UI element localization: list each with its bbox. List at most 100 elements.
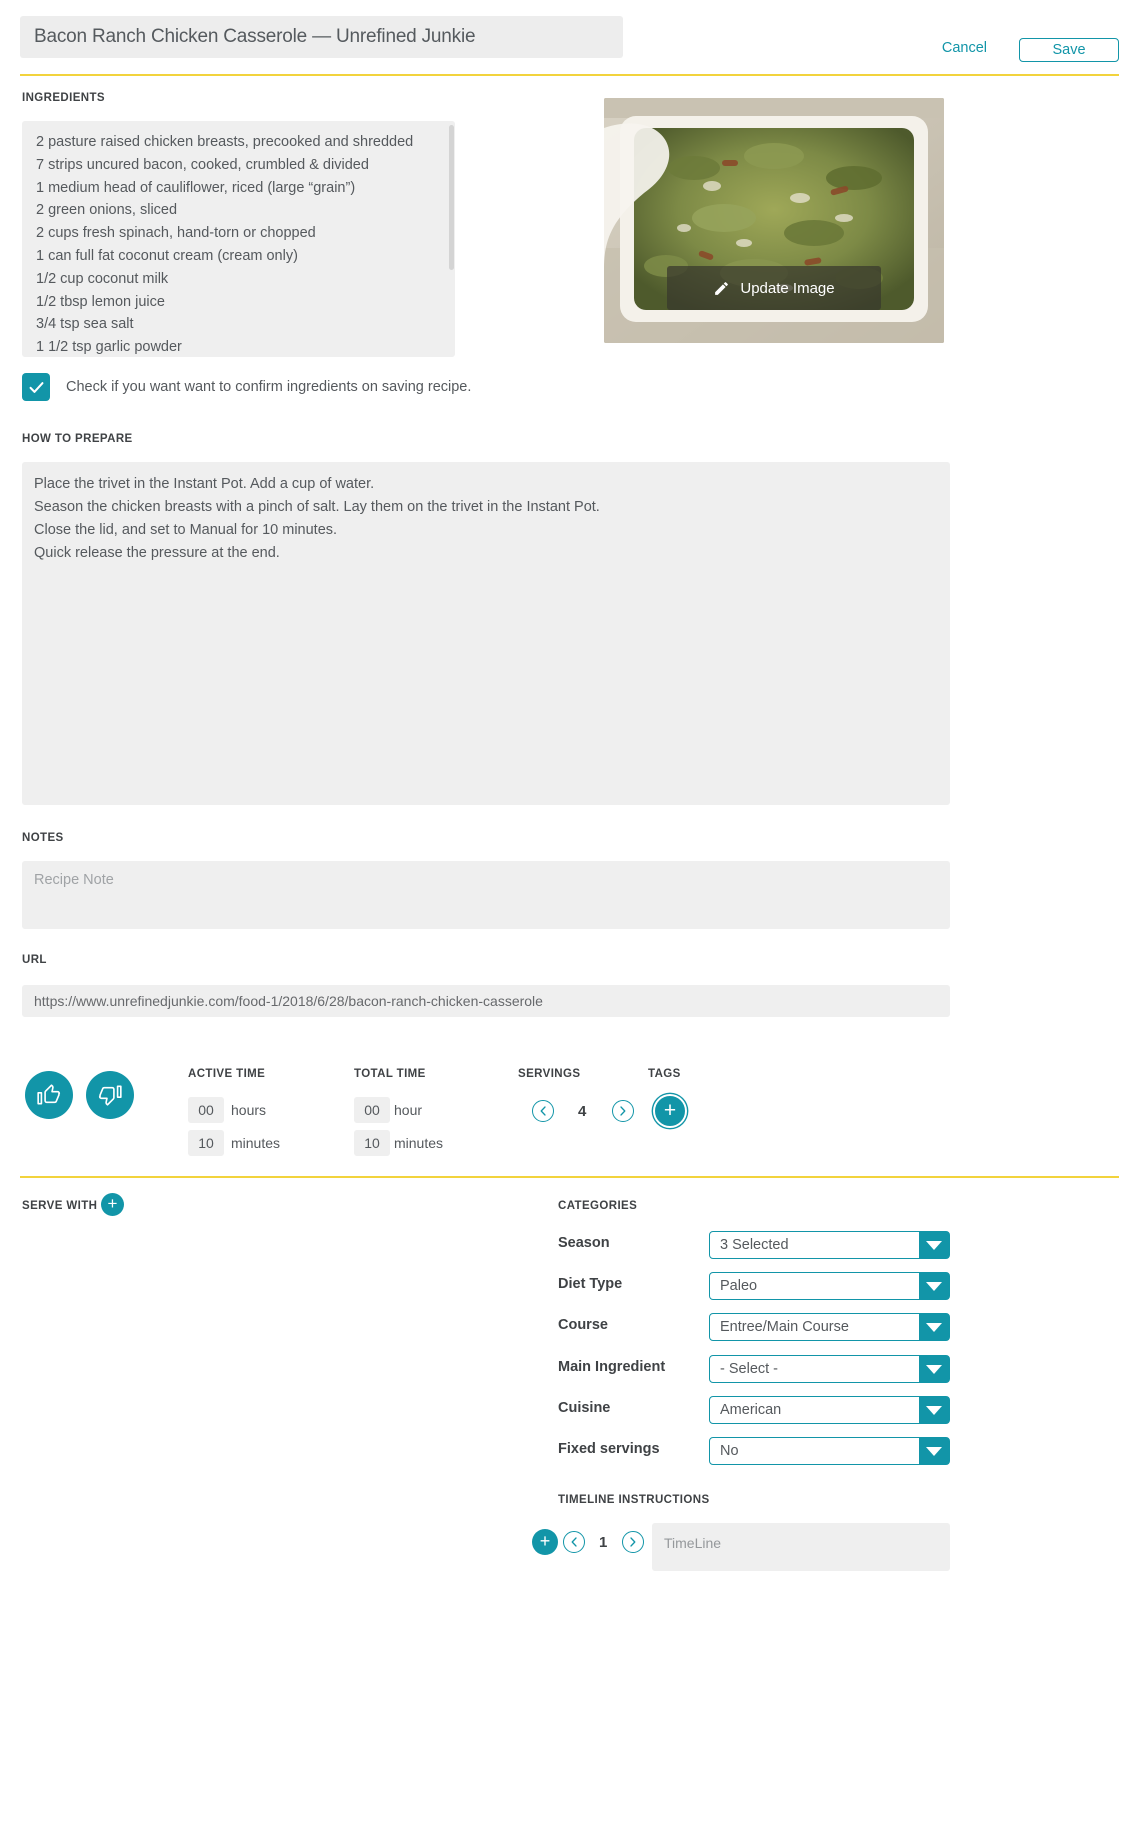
notes-label: NOTES (22, 832, 64, 844)
chevron-right-icon (620, 1106, 626, 1116)
recipe-title-input[interactable]: Bacon Ranch Chicken Casserole — Unrefine… (20, 16, 623, 58)
url-value: https://www.unrefinedjunkie.com/food-1/2… (34, 993, 543, 1009)
notes-textarea[interactable]: Recipe Note (22, 861, 950, 929)
update-image-button[interactable]: Update Image (667, 266, 881, 310)
prepare-line: Quick release the pressure at the end. (34, 545, 280, 561)
recipe-editor-page: Bacon Ranch Chicken Casserole — Unrefine… (0, 0, 1139, 1839)
cuisine-select[interactable]: American (709, 1396, 950, 1424)
ingredient-line: 1 1/2 tsp garlic powder (36, 339, 182, 356)
servings-label: SERVINGS (518, 1068, 581, 1080)
category-row-diet-type: Diet Type Paleo (558, 1272, 950, 1300)
plus-icon: + (539, 1531, 551, 1551)
category-name: Diet Type (558, 1276, 623, 1292)
timeline-instructions-label: TIMELINE INSTRUCTIONS (558, 1494, 710, 1506)
total-time-minutes-unit: minutes (394, 1135, 444, 1151)
chevron-down-icon (919, 1314, 949, 1340)
notes-placeholder: Recipe Note (34, 872, 114, 888)
thumbs-up-icon (37, 1084, 61, 1105)
ingredient-line: 3/4 tsp sea salt (36, 316, 134, 333)
ingredient-line: 1/2 tbsp lemon juice (36, 293, 165, 310)
thumbs-down-button[interactable] (86, 1071, 134, 1119)
url-label: URL (22, 954, 47, 966)
main-ingredient-value: - Select - (720, 1361, 779, 1377)
header-divider (20, 74, 1119, 76)
total-time-label: TOTAL TIME (354, 1068, 426, 1080)
how-to-prepare-label: HOW TO PREPARE (22, 433, 133, 445)
add-tag-button[interactable]: + (655, 1096, 685, 1126)
season-value: 3 Selected (720, 1237, 789, 1253)
category-row-main-ingredient: Main Ingredient - Select - (558, 1355, 950, 1383)
plus-icon: + (663, 1098, 677, 1122)
diet-type-value: Paleo (720, 1278, 758, 1294)
update-image-label: Update Image (740, 279, 835, 297)
header: Bacon Ranch Chicken Casserole — Unrefine… (0, 0, 1139, 78)
servings-increment-button[interactable] (612, 1100, 634, 1122)
timeline-prev-button[interactable] (563, 1531, 585, 1553)
add-timeline-button[interactable]: + (532, 1529, 558, 1555)
chevron-down-icon (919, 1273, 949, 1299)
category-row-cuisine: Cuisine American (558, 1396, 950, 1424)
fixed-servings-select[interactable]: No (709, 1437, 950, 1465)
serve-with-label: SERVE WITH (22, 1200, 98, 1212)
how-to-prepare-textarea[interactable]: Place the trivet in the Instant Pot. Add… (22, 462, 950, 805)
pencil-icon (715, 281, 729, 295)
ingredients-scrollbar[interactable] (449, 125, 454, 270)
chevron-down-icon (919, 1438, 949, 1464)
url-input[interactable]: https://www.unrefinedjunkie.com/food-1/2… (22, 985, 950, 1017)
ingredients-textarea[interactable]: 2 pasture raised chicken breasts, precoo… (22, 121, 455, 357)
chevron-left-icon (540, 1106, 546, 1116)
prepare-line: Place the trivet in the Instant Pot. Add… (34, 476, 375, 492)
ingredient-line: 2 green onions, sliced (36, 202, 178, 219)
ingredients-label: INGREDIENTS (22, 92, 105, 104)
category-row-course: Course Entree/Main Course (558, 1313, 950, 1341)
chevron-down-icon (919, 1232, 949, 1258)
ingredient-line: 1 medium head of cauliflower, riced (lar… (36, 179, 356, 196)
confirm-ingredients-checkbox[interactable] (22, 373, 50, 401)
category-name: Main Ingredient (558, 1359, 666, 1375)
plus-icon: + (107, 1194, 118, 1213)
timeline-textarea[interactable]: TimeLine (652, 1523, 950, 1571)
tags-label: TAGS (648, 1068, 681, 1080)
ingredient-line: 2 cups fresh spinach, hand-torn or chopp… (36, 225, 316, 242)
cuisine-value: American (720, 1402, 782, 1418)
chevron-down-icon (919, 1397, 949, 1423)
chevron-right-icon (630, 1537, 636, 1547)
active-time-hours-input[interactable]: 00 (188, 1097, 224, 1123)
total-time-hours-input[interactable]: 00 (354, 1097, 390, 1123)
active-time-label: ACTIVE TIME (188, 1068, 266, 1080)
thumbs-up-button[interactable] (25, 1071, 73, 1119)
active-time-minutes-input[interactable]: 10 (188, 1130, 224, 1156)
confirm-ingredients-label: Check if you want want to confirm ingred… (66, 379, 472, 395)
timeline-page-number: 1 (599, 1534, 608, 1551)
category-name: Cuisine (558, 1400, 611, 1416)
main-ingredient-select[interactable]: - Select - (709, 1355, 950, 1383)
fixed-servings-value: No (720, 1443, 739, 1459)
meta-divider (20, 1176, 1119, 1178)
course-value: Entree/Main Course (720, 1319, 849, 1335)
chevron-down-icon (919, 1356, 949, 1382)
servings-decrement-button[interactable] (532, 1100, 554, 1122)
check-icon (29, 381, 43, 393)
cancel-button[interactable]: Cancel (942, 40, 987, 56)
ingredient-line: 1/2 cup coconut milk (36, 270, 169, 287)
confirm-ingredients-row: Check if you want want to confirm ingred… (22, 373, 471, 401)
total-time-hours-unit: hour (394, 1102, 423, 1118)
prepare-line: Close the lid, and set to Manual for 10 … (34, 522, 338, 538)
total-time-minutes-input[interactable]: 10 (354, 1130, 390, 1156)
save-button[interactable]: Save (1019, 38, 1119, 62)
chevron-left-icon (571, 1537, 577, 1547)
course-select[interactable]: Entree/Main Course (709, 1313, 950, 1341)
ingredient-line: 7 strips uncured bacon, cooked, crumbled… (36, 156, 369, 173)
category-row-fixed-servings: Fixed servings No (558, 1437, 950, 1465)
thumbs-down-icon (98, 1085, 122, 1106)
category-name: Fixed servings (558, 1441, 660, 1457)
diet-type-select[interactable]: Paleo (709, 1272, 950, 1300)
add-serve-with-button[interactable]: + (101, 1193, 124, 1216)
prepare-line: Season the chicken breasts with a pinch … (34, 499, 600, 515)
season-select[interactable]: 3 Selected (709, 1231, 950, 1259)
active-time-minutes-unit: minutes (231, 1135, 281, 1151)
category-row-season: Season 3 Selected (558, 1231, 950, 1259)
categories-label: CATEGORIES (558, 1200, 638, 1212)
timeline-next-button[interactable] (622, 1531, 644, 1553)
active-time-hours-unit: hours (231, 1102, 267, 1118)
